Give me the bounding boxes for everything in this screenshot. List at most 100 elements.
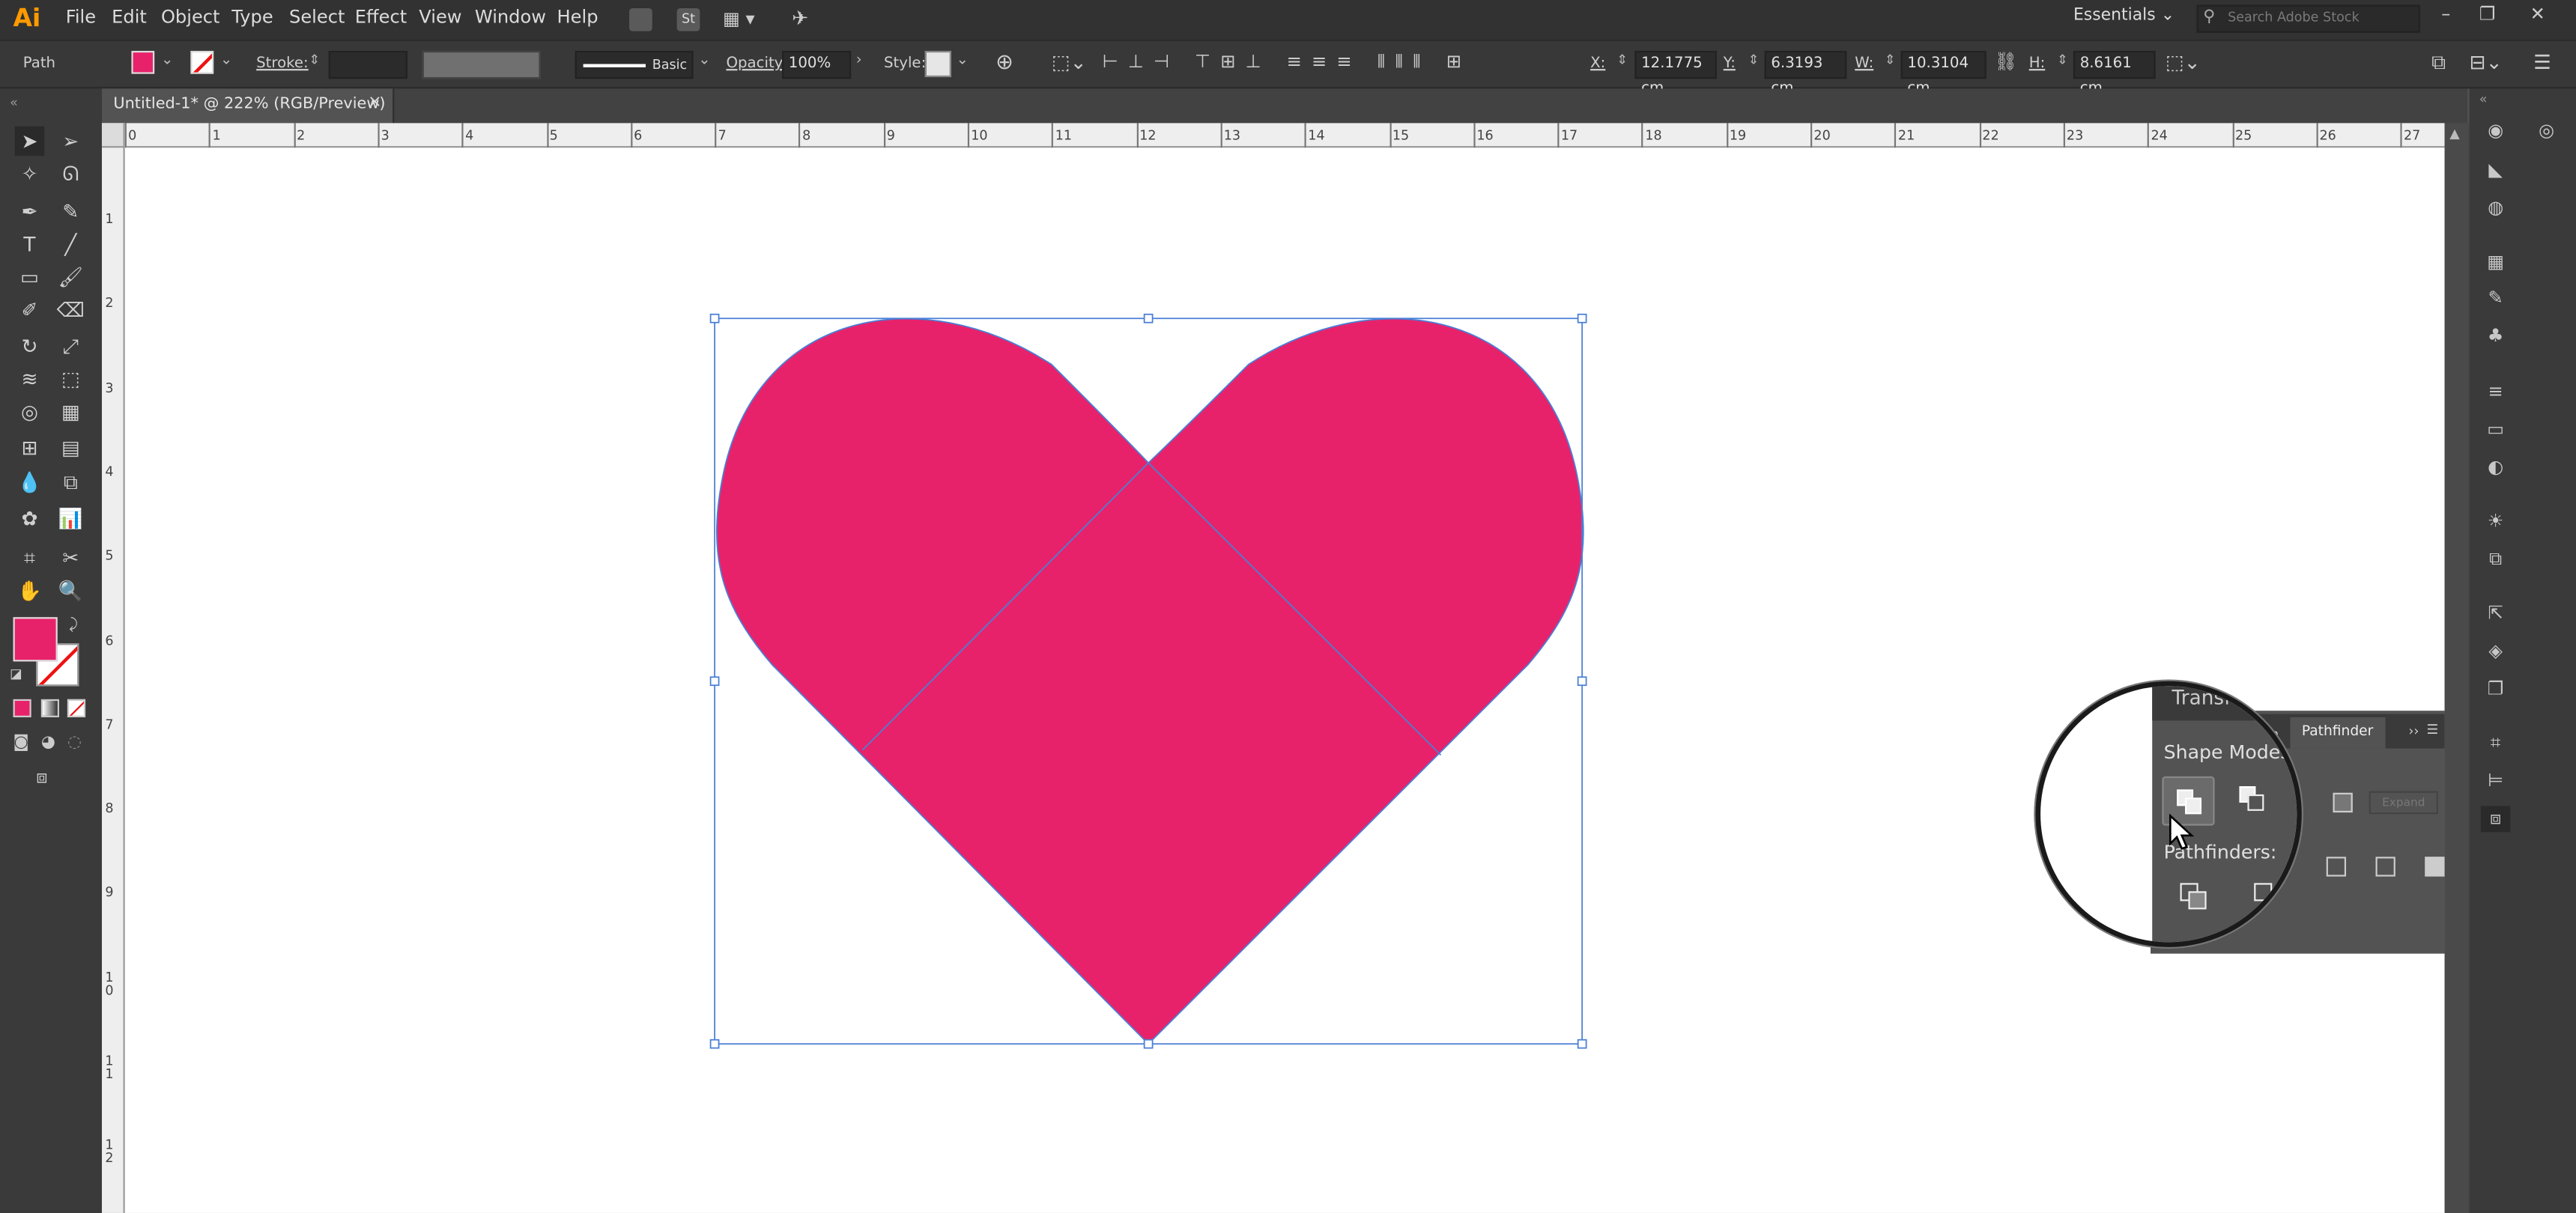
recolor-artwork-icon[interactable]: ⊕	[995, 51, 1013, 76]
minus-back-icon[interactable]	[2425, 857, 2445, 877]
trim-button[interactable]	[2251, 880, 2287, 916]
artboard-tool-icon[interactable]: ⌗	[15, 544, 44, 573]
perspective-grid-tool-icon[interactable]: ▦	[56, 397, 85, 426]
graph-tool-icon[interactable]: 📊	[56, 504, 85, 533]
selection-tool-icon[interactable]: ➤	[14, 126, 45, 156]
close-button[interactable]: ✕	[2530, 3, 2545, 24]
chevron-right-icon[interactable]: ›	[856, 52, 862, 69]
y-label[interactable]: Y:	[1724, 56, 1736, 73]
arrange-documents-icon[interactable]: ▦ ▾	[723, 8, 766, 31]
h-label[interactable]: H:	[2029, 56, 2046, 73]
graphic-styles-icon[interactable]: ⧉	[2481, 547, 2510, 573]
hand-tool-icon[interactable]: ✋	[15, 576, 44, 605]
constrain-proportions-icon[interactable]: ⛓	[1995, 51, 2018, 72]
stroke-swatch[interactable]	[190, 50, 214, 74]
gradient-tool-icon[interactable]: ▤	[56, 434, 85, 463]
menu-edit[interactable]: Edit	[112, 7, 147, 28]
y-stepper[interactable]: ⇕	[1748, 52, 1760, 67]
align-to-selection-icon[interactable]: ⬚⌄	[1052, 51, 1087, 74]
gradient-panel-icon[interactable]: ▭	[2481, 417, 2510, 443]
pathfinder-tab[interactable]: Pathfinder	[2290, 717, 2386, 749]
gradient-mode-icon[interactable]	[40, 699, 59, 717]
stroke-weight-field[interactable]	[328, 50, 407, 79]
slice-tool-icon[interactable]: ✂	[56, 544, 85, 573]
artboards-icon[interactable]: ❐	[2481, 676, 2510, 702]
pen-tool-icon[interactable]: ✒	[15, 197, 44, 226]
y-field[interactable]: 6.3193 cm	[1764, 50, 1847, 97]
x-stepper[interactable]: ⇕	[1616, 52, 1628, 67]
workspace-switcher[interactable]: Essentials ⌄	[2073, 7, 2175, 25]
stock-search[interactable]: ⚲ Search Adobe Stock	[2196, 4, 2420, 33]
x-field[interactable]: 12.1775 cm	[1634, 50, 1717, 97]
collapse-icon[interactable]: «	[2479, 92, 2488, 107]
crop-icon[interactable]	[2326, 857, 2347, 877]
appearance-icon[interactable]: ☀	[2481, 509, 2510, 535]
curvature-tool-icon[interactable]: ✎	[56, 197, 85, 226]
warp-tool-icon[interactable]: ≋	[15, 365, 44, 394]
magic-wand-tool-icon[interactable]: ✧	[15, 159, 44, 189]
stroke-weight-stepper[interactable]: ⇕	[309, 52, 320, 67]
free-transform-tool-icon[interactable]: ⬚	[56, 365, 85, 394]
opacity-field[interactable]: 100%	[782, 50, 852, 79]
rotate-tool-icon[interactable]: ↻	[15, 332, 44, 361]
collapse-icon[interactable]: «	[10, 95, 18, 110]
panel-menu-icon[interactable]: ☰	[2427, 723, 2442, 738]
scroll-up-icon[interactable]: ▲	[2449, 127, 2460, 142]
transform-tab-partial[interactable]: Transf	[2172, 686, 2231, 709]
zoom-tool-icon[interactable]: 🔍	[56, 576, 85, 605]
align-buttons[interactable]: ⊢⊥⊣ ⊤⊞⊥ ≡≡≡ ⦀⦀⦀ ⊞	[1103, 51, 1579, 80]
draw-inside-icon[interactable]: ◌	[67, 734, 82, 752]
none-mode-icon[interactable]	[67, 699, 86, 717]
outline-icon[interactable]	[2375, 857, 2395, 877]
document-tab[interactable]: Untitled-1* @ 222% (RGB/Preview) ×	[101, 88, 395, 124]
default-colors-icon[interactable]: ◪	[10, 666, 22, 681]
restore-button[interactable]: ❐	[2479, 3, 2496, 24]
paintbrush-tool-icon[interactable]: 🖌	[56, 263, 85, 292]
direct-selection-tool-icon[interactable]: ➢	[56, 127, 85, 156]
stroke-label[interactable]: Stroke:	[256, 56, 309, 73]
brush-definition[interactable]: Basic	[575, 50, 694, 79]
unite-partial-icon[interactable]	[2333, 792, 2353, 813]
scale-tool-icon[interactable]: ⤢	[56, 332, 85, 361]
symbol-sprayer-tool-icon[interactable]: ✿	[15, 504, 44, 533]
draw-normal-icon[interactable]: ◙	[13, 734, 29, 752]
layers-icon[interactable]: ◈	[2481, 639, 2510, 665]
menu-type[interactable]: Type	[231, 7, 273, 28]
shaper-tool-icon[interactable]: ✐	[15, 296, 44, 325]
w-label[interactable]: W:	[1855, 56, 1873, 73]
variable-width-profile[interactable]	[422, 50, 541, 79]
pathfinder-panel-icon[interactable]: ⧈	[2480, 806, 2511, 833]
vertical-scrollbar[interactable]: ▲	[2444, 123, 2470, 1213]
export-icon[interactable]: ⇱	[2481, 601, 2510, 627]
brushes-icon[interactable]: ✎	[2481, 285, 2510, 311]
bridge-icon[interactable]	[629, 7, 652, 31]
type-tool-icon[interactable]: T	[15, 230, 44, 259]
eyedropper-tool-icon[interactable]: 💧	[15, 468, 44, 497]
menu-file[interactable]: File	[66, 7, 96, 28]
chevron-down-icon[interactable]: ⌄	[957, 52, 969, 69]
fill-color-box[interactable]	[13, 617, 58, 662]
color-panel-icon[interactable]: ◉	[2481, 118, 2510, 145]
h-field[interactable]: 8.6161 cm	[2073, 50, 2156, 97]
menu-window[interactable]: Window	[475, 7, 546, 28]
mesh-tool-icon[interactable]: ⊞	[15, 434, 44, 463]
menu-object[interactable]: Object	[161, 7, 220, 28]
cc-libraries-icon[interactable]: ◍	[2481, 195, 2510, 222]
transform-icon[interactable]: ⬚⌄	[2166, 51, 2201, 74]
h-stepper[interactable]: ⇕	[2057, 52, 2068, 67]
gpu-performance-icon[interactable]: ✈	[792, 7, 818, 33]
select-similar-icon[interactable]: ⊟⌄	[2470, 51, 2503, 74]
menu-help[interactable]: Help	[557, 7, 598, 28]
menu-select[interactable]: Select	[289, 7, 345, 28]
graphic-style-swatch[interactable]	[924, 50, 951, 78]
chevron-down-icon[interactable]: ⌄	[161, 52, 174, 69]
lasso-tool-icon[interactable]: ᘏ	[56, 159, 85, 189]
line-tool-icon[interactable]: ╱	[56, 230, 85, 259]
chevron-down-icon[interactable]: ⌄	[698, 52, 711, 69]
opacity-label[interactable]: Opacity:	[726, 56, 787, 73]
eraser-tool-icon[interactable]: ⌫	[56, 296, 85, 325]
swatches-icon[interactable]: ▦	[2481, 249, 2510, 276]
color-mode-icon[interactable]	[13, 699, 31, 717]
rectangle-tool-icon[interactable]: ▭	[15, 263, 44, 292]
blend-tool-icon[interactable]: ⧉	[56, 468, 85, 497]
